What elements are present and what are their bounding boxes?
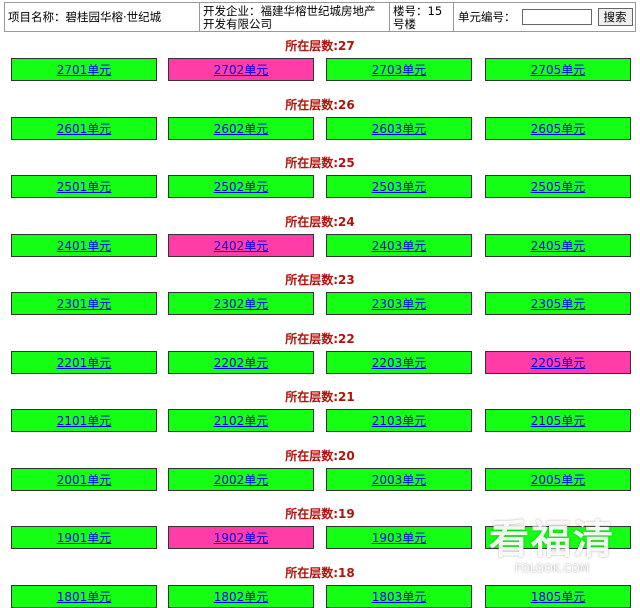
- unit-link[interactable]: 2201单元: [11, 350, 157, 374]
- presale-unit-page: 项目名称：碧桂园华榕·世纪城 开发企业：福建华榕世纪城房地产开发有限公司 楼号：…: [0, 0, 640, 608]
- unit-link[interactable]: 1901单元: [11, 526, 157, 549]
- unit-row: 1801单元 1802单元 1803单元 1805单元: [0, 584, 640, 608]
- unit-link[interactable]: 1902单元: [168, 526, 314, 549]
- unit-link[interactable]: 2402单元: [168, 233, 314, 257]
- unit-row: 2701单元 2702单元 2703单元 2705单元: [0, 58, 640, 84]
- unit-link[interactable]: 2705单元: [485, 58, 631, 81]
- unit-link[interactable]: 2101单元: [11, 409, 157, 432]
- unit-link[interactable]: 2003单元: [326, 467, 472, 491]
- floor-title: 所在层数:20: [285, 448, 355, 463]
- unit-link[interactable]: 2103单元: [326, 409, 472, 432]
- floor-section: 所在层数:25 2501单元 2502单元 2503单元 2505单元: [0, 151, 640, 210]
- unit-link[interactable]: 2002单元: [168, 467, 314, 491]
- unit-link[interactable]: 2001单元: [11, 467, 157, 491]
- unit-link[interactable]: 2401单元: [11, 233, 157, 257]
- floor-section: 所在层数:19 1901单元 1902单元 1903单元: [0, 502, 640, 561]
- floor-section: 所在层数:23 2301单元 2302单元 2303单元 2305单元: [0, 268, 640, 327]
- unit-link[interactable]: 2703单元: [326, 58, 472, 81]
- unit-link[interactable]: 2301单元: [11, 292, 157, 315]
- floor-title: 所在层数:24: [285, 214, 355, 229]
- unit-link[interactable]: 2603单元: [326, 116, 472, 140]
- floor-title: 所在层数:22: [285, 331, 355, 346]
- floor-section: 所在层数:26 2601单元 2602单元 2603单元 2605单元: [0, 93, 640, 152]
- unit-link[interactable]: 2502单元: [168, 175, 314, 198]
- unit-link[interactable]: 2501单元: [11, 175, 157, 198]
- floor-section: 所在层数:24 2401单元 2402单元 2403单元 2405单元: [0, 210, 640, 269]
- unit-search: 单元编号： 搜索: [454, 3, 637, 31]
- unit-link[interactable]: 2702单元: [168, 58, 314, 81]
- floor-title: 所在层数:19: [285, 507, 355, 521]
- unit-link[interactable]: 2005单元: [485, 467, 631, 491]
- unit-link[interactable]: 2605单元: [485, 116, 631, 140]
- project-name: 项目名称：碧桂园华榕·世纪城: [5, 3, 200, 31]
- unit-link[interactable]: 2102单元: [168, 409, 314, 432]
- search-button[interactable]: 搜索: [597, 8, 633, 26]
- unit-link[interactable]: 2203单元: [326, 350, 472, 374]
- unit-row: 2501单元 2502单元 2503单元 2505单元: [0, 175, 640, 201]
- unit-link[interactable]: 2302单元: [168, 292, 314, 315]
- unit-number-label: 单元编号：: [458, 9, 516, 24]
- unit-link[interactable]: 2202单元: [168, 350, 314, 374]
- unit-link[interactable]: 1805单元: [485, 584, 631, 608]
- unit-link[interactable]: 1803单元: [326, 584, 472, 608]
- floor-title: 所在层数:25: [285, 156, 355, 170]
- floor-section: 所在层数:20 2001单元 2002单元 2003单元 2005单元: [0, 444, 640, 503]
- floor-title: 所在层数:23: [285, 273, 355, 287]
- floor-section: 所在层数:22 2201单元 2202单元 2203单元 2205单元: [0, 327, 640, 386]
- unit-link[interactable]: 2303单元: [326, 292, 472, 315]
- unit-row: 2401单元 2402单元 2403单元 2405单元: [0, 233, 640, 260]
- floor-title: 所在层数:21: [285, 390, 355, 404]
- unit-link[interactable]: [485, 526, 631, 549]
- floor-list: 所在层数:27 2701单元 2702单元 2703单元 2705单元所在层数:26 26…: [0, 34, 640, 608]
- floor-title: 所在层数:18: [285, 565, 355, 580]
- floor-section: 所在层数:27 2701单元 2702单元 2703单元 2705单元: [0, 34, 640, 93]
- floor-section: 所在层数:18 1801单元 1802单元 1803单元 1805单元: [0, 561, 640, 608]
- unit-link[interactable]: 2403单元: [326, 233, 472, 257]
- floor-title: 所在层数:26: [285, 97, 355, 112]
- floor-section: 所在层数:21 2101单元 2102单元 2103单元 2105单元: [0, 385, 640, 444]
- unit-link[interactable]: 2205单元: [485, 350, 631, 374]
- unit-row: 2601单元 2602单元 2603单元 2605单元: [0, 116, 640, 143]
- floor-title: 所在层数:27: [285, 39, 355, 53]
- unit-row: 2301单元 2302单元 2303单元 2305单元: [0, 292, 640, 318]
- unit-number-input[interactable]: [521, 9, 592, 25]
- developer-name: 开发企业：福建华榕世纪城房地产开发有限公司: [200, 3, 390, 31]
- unit-row: 2201单元 2202单元 2203单元 2205单元: [0, 350, 640, 377]
- unit-row: 2101单元 2102单元 2103单元 2105单元: [0, 409, 640, 435]
- unit-link[interactable]: 1802单元: [168, 584, 314, 608]
- unit-link[interactable]: 1903单元: [326, 526, 472, 549]
- unit-link[interactable]: 2701单元: [11, 58, 157, 81]
- unit-row: 1901单元 1902单元 1903单元: [0, 526, 640, 552]
- unit-link[interactable]: 2305单元: [485, 292, 631, 315]
- project-info-bar: 项目名称：碧桂园华榕·世纪城 开发企业：福建华榕世纪城房地产开发有限公司 楼号：…: [4, 2, 636, 32]
- unit-link[interactable]: 2405单元: [485, 233, 631, 257]
- unit-link[interactable]: 1801单元: [11, 584, 157, 608]
- unit-link[interactable]: 2601单元: [11, 116, 157, 140]
- unit-link[interactable]: 2105单元: [485, 409, 631, 432]
- unit-link[interactable]: 2503单元: [326, 175, 472, 198]
- unit-row: 2001单元 2002单元 2003单元 2005单元: [0, 467, 640, 494]
- building-number: 楼号：15号楼: [390, 3, 454, 31]
- unit-link[interactable]: 2505单元: [485, 175, 631, 198]
- unit-link[interactable]: 2602单元: [168, 116, 314, 140]
